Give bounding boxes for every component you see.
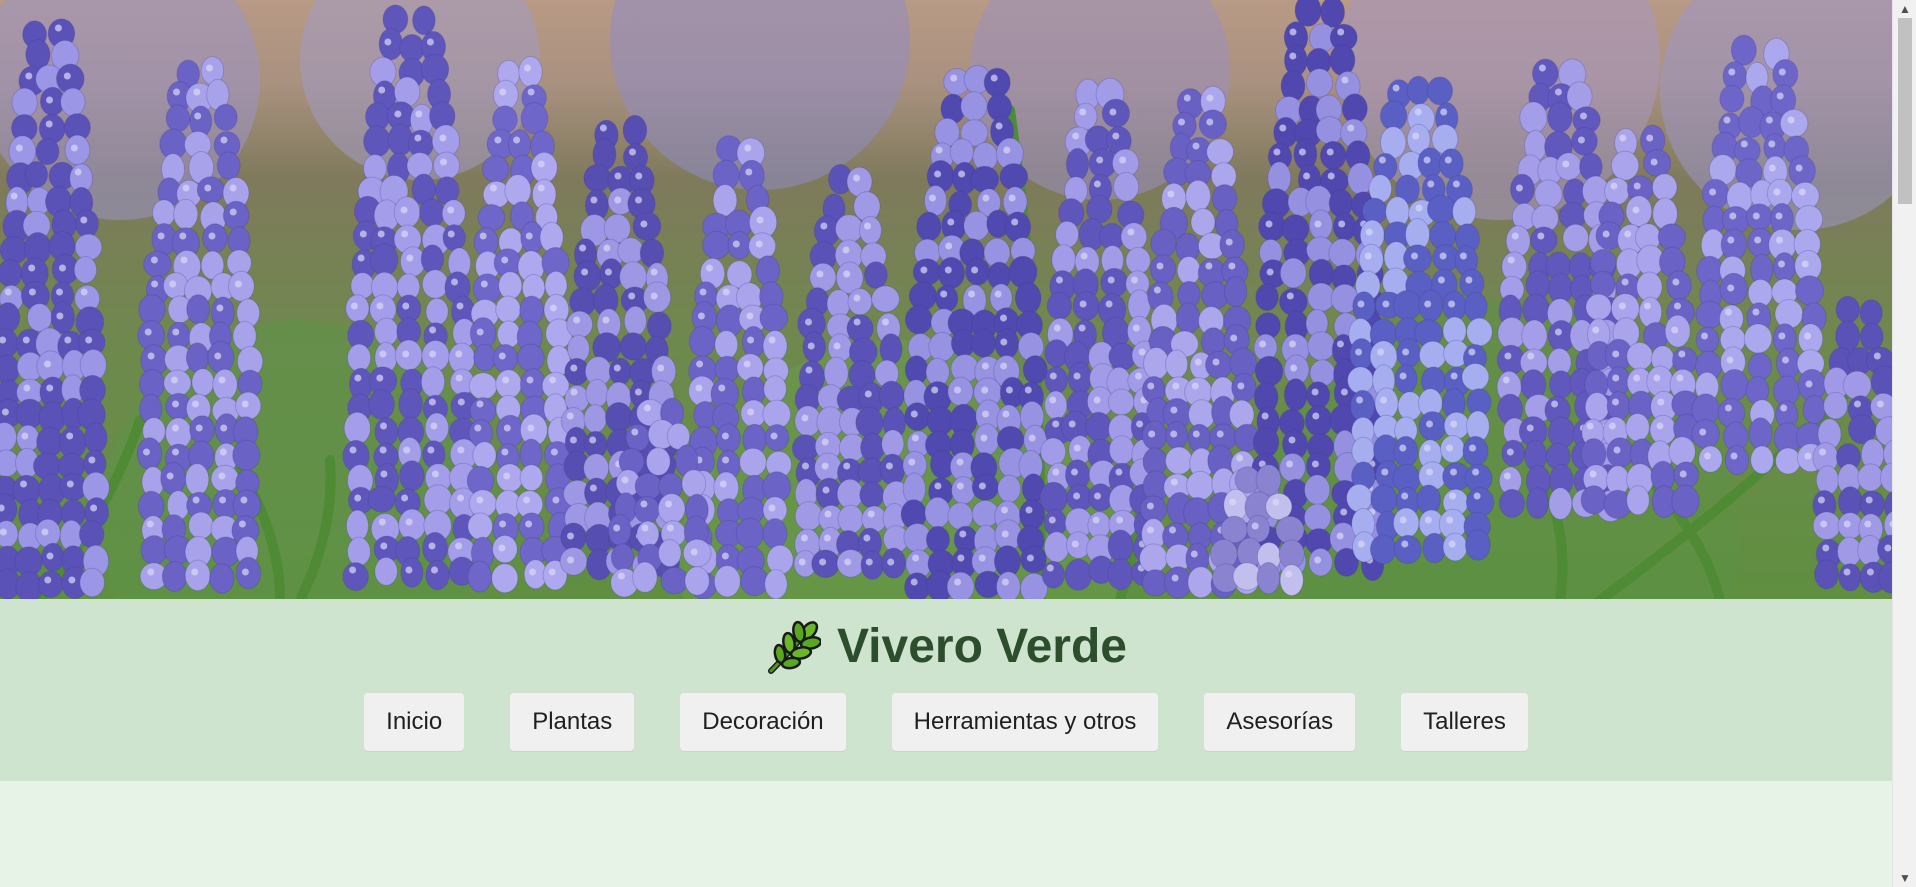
scrollbar-thumb[interactable] (1898, 18, 1912, 204)
hero-image (0, 0, 1892, 599)
leaf-branch-icon (765, 619, 823, 675)
site-title: Vivero Verde (837, 620, 1127, 673)
chevron-down-icon[interactable]: ▼ (1893, 869, 1916, 887)
nav-button-plantas[interactable]: Plantas (510, 693, 635, 751)
main-nav: Inicio Plantas Decoración Herramientas y… (0, 693, 1892, 751)
page: Vivero Verde Inicio Plantas Decoración H… (0, 0, 1892, 887)
brand: Vivero Verde (0, 617, 1892, 677)
site-header: Vivero Verde Inicio Plantas Decoración H… (0, 599, 1892, 781)
main-content (0, 781, 1892, 887)
nav-button-talleres[interactable]: Talleres (1401, 693, 1528, 751)
chevron-up-icon[interactable]: ▲ (1893, 0, 1916, 18)
nav-button-herramientas[interactable]: Herramientas y otros (891, 693, 1159, 751)
nav-button-asesorias[interactable]: Asesorías (1204, 693, 1356, 751)
hyacinth-illustration (0, 0, 1892, 599)
nav-button-inicio[interactable]: Inicio (364, 693, 465, 751)
vertical-scrollbar[interactable]: ▲ ▼ (1892, 0, 1916, 887)
nav-button-decoracion[interactable]: Decoración (680, 693, 846, 751)
